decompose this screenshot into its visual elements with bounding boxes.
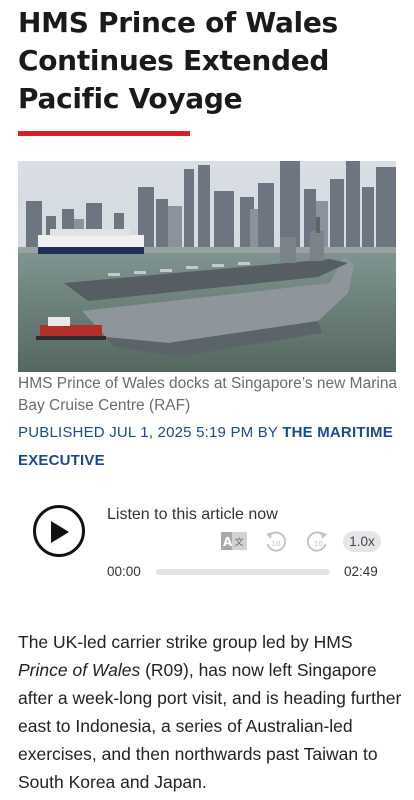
svg-text:10: 10 (272, 540, 281, 548)
svg-text:10: 10 (314, 540, 323, 548)
forward-10-icon[interactable]: 10 (307, 530, 329, 554)
published-date: PUBLISHED JUL 1, 2025 5:19 PM BY (18, 424, 283, 441)
title-accent-rule (18, 131, 190, 136)
translate-icon[interactable]: A 文 (221, 530, 247, 554)
svg-text:文: 文 (235, 536, 244, 548)
hero-image (18, 161, 396, 372)
listen-label: Listen to this article now (107, 506, 278, 523)
play-icon (51, 521, 69, 543)
byline: PUBLISHED JUL 1, 2025 5:19 PM BY THE MAR… (18, 419, 398, 475)
article-body: The UK-led carrier strike group led by H… (18, 628, 402, 796)
progress-track[interactable] (156, 569, 330, 575)
current-time: 00:00 (107, 564, 141, 579)
svg-text:A: A (223, 535, 233, 549)
image-caption: HMS Prince of Wales docks at Singapore’s… (18, 375, 398, 414)
rewind-10-icon[interactable]: 10 (264, 530, 286, 554)
ship-name: Prince of Wales (18, 660, 141, 680)
body-text-1: The UK-led carrier strike group led by H… (18, 632, 353, 652)
audio-player: Listen to this article now A 文 10 10 1.0… (18, 498, 396, 588)
article-title: HMS Prince of Wales Continues Extended P… (18, 6, 338, 115)
play-button[interactable] (33, 505, 85, 557)
duration: 02:49 (344, 564, 378, 579)
playback-speed-button[interactable]: 1.0x (343, 531, 381, 552)
